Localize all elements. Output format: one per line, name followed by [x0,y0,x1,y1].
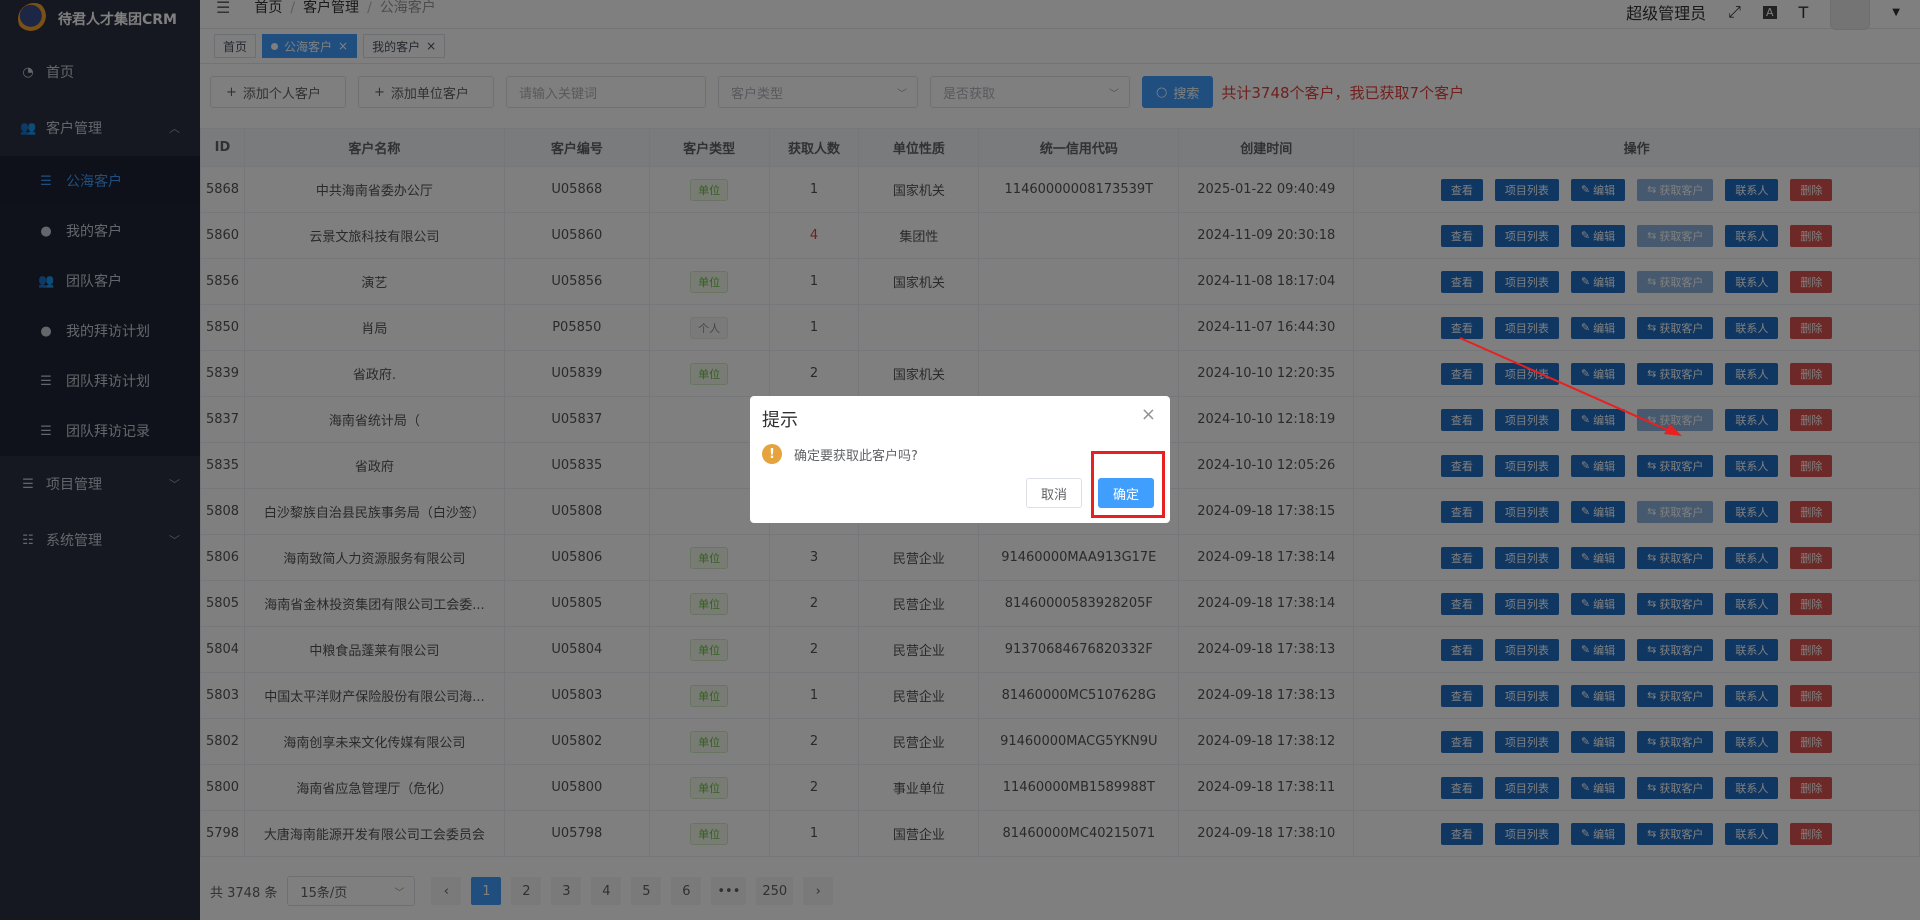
close-icon[interactable]: × [1141,404,1156,425]
highlight-box [1091,451,1165,518]
dialog-message: 确定要获取此客户吗? [794,448,918,464]
warning-icon: ! [762,444,782,464]
dialog-title: 提示 [762,410,798,431]
cancel-button[interactable]: 取消 [1026,478,1083,508]
dialog-body: ! 确定要获取此客户吗? [762,444,918,464]
